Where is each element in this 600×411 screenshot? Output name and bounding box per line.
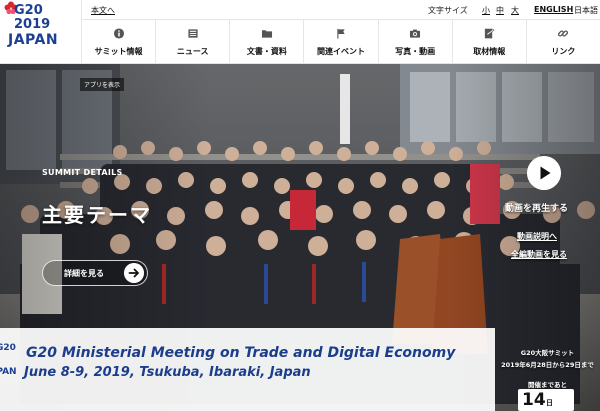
flag-icon	[337, 28, 345, 39]
language-english-link[interactable]: ENGLISH	[534, 5, 573, 14]
nav-label: 関連イベント	[316, 47, 365, 56]
nav-label: ニュース	[176, 47, 209, 56]
skip-to-content-link[interactable]: 本文へ	[91, 5, 115, 16]
logo-year: 2019	[14, 17, 51, 32]
play-video-button[interactable]	[527, 156, 561, 190]
banner-g20-logo: G20 JAPAN	[0, 342, 18, 386]
nav-news[interactable]: ニュース	[155, 20, 229, 64]
nav-label: サミット情報	[94, 47, 143, 56]
nav-label: 写真・動画	[395, 47, 436, 56]
ministerial-meeting-banner[interactable]: G20 JAPAN G20 Ministerial Meeting on Tra…	[0, 328, 495, 411]
countdown-days-box: 14 日	[518, 389, 574, 411]
nav-links[interactable]: リンク	[525, 20, 600, 64]
main-nav: サミット情報 ニュース 文書・資料 関連イベント 写真・動画 取材情報 リンク	[82, 20, 600, 64]
font-size-label: 文字サイズ	[428, 6, 468, 15]
nav-summit-info[interactable]: サミット情報	[82, 20, 155, 64]
summit-details-kicker: SUMMIT DETAILS	[42, 168, 123, 177]
font-size-large[interactable]: 大	[511, 5, 519, 16]
link-icon	[558, 30, 569, 37]
logo-country: JAPAN	[8, 32, 59, 48]
banner-dates: June 8-9, 2019, Tsukuba, Ibaraki, Japan	[24, 365, 311, 380]
nav-documents[interactable]: 文書・資料	[229, 20, 303, 64]
arrow-right-icon	[124, 263, 144, 283]
nav-related-events[interactable]: 関連イベント	[303, 20, 377, 64]
info-icon	[113, 28, 124, 39]
nav-label: リンク	[551, 47, 576, 56]
news-icon	[188, 29, 198, 38]
banner-logo-bottom: JAPAN	[0, 367, 17, 377]
camera-icon	[410, 29, 421, 38]
nav-photos-videos[interactable]: 写真・動画	[377, 20, 452, 64]
logo-g20: G20	[14, 3, 43, 18]
video-description-link[interactable]: 動画説明へ	[517, 231, 557, 242]
countdown-days-unit: 日	[546, 399, 553, 407]
banner-logo-top: G20	[0, 343, 16, 353]
nav-label: 取材情報	[473, 47, 506, 56]
language-japanese-link[interactable]: 日本語	[574, 5, 598, 16]
countdown-days: 14	[522, 390, 546, 410]
site-header: G20 2019 JAPAN 本文へ 文字サイズ 小 中 大 ENGLISH 日…	[0, 0, 600, 64]
folder-icon	[261, 30, 272, 38]
utility-bar: 本文へ 文字サイズ 小 中 大 ENGLISH 日本語	[82, 0, 600, 20]
countdown-title: G20大阪サミット	[520, 349, 575, 357]
summit-countdown: G20大阪サミット 2019年6月28日から29日まで 開催まであと 14 日	[495, 328, 600, 411]
nav-label: 文書・資料	[246, 47, 287, 56]
press-icon	[485, 28, 495, 39]
show-app-badge[interactable]: アプリを表示	[80, 78, 125, 91]
countdown-label: 開催まであと	[528, 381, 567, 389]
banner-title: G20 Ministerial Meeting on Trade and Dig…	[26, 345, 456, 361]
play-video-link[interactable]: 動画を再生する	[505, 201, 568, 214]
view-details-label: 詳細を見る	[64, 269, 104, 278]
g20-logo[interactable]: G20 2019 JAPAN	[0, 0, 82, 64]
view-details-button[interactable]: 詳細を見る	[42, 260, 148, 286]
hero-section: アプリを表示 SUMMIT DETAILS 主要テーマ 詳細を見る 動画を再生す…	[0, 64, 600, 411]
font-size-medium[interactable]: 中	[496, 5, 504, 16]
nav-press-info[interactable]: 取材情報	[451, 20, 526, 64]
summit-main-theme-title: 主要テーマ	[42, 203, 152, 227]
font-size-small[interactable]: 小	[482, 5, 490, 16]
full-video-link[interactable]: 全編動画を見る	[511, 249, 567, 260]
countdown-date-range: 2019年6月28日から29日まで	[501, 361, 594, 369]
